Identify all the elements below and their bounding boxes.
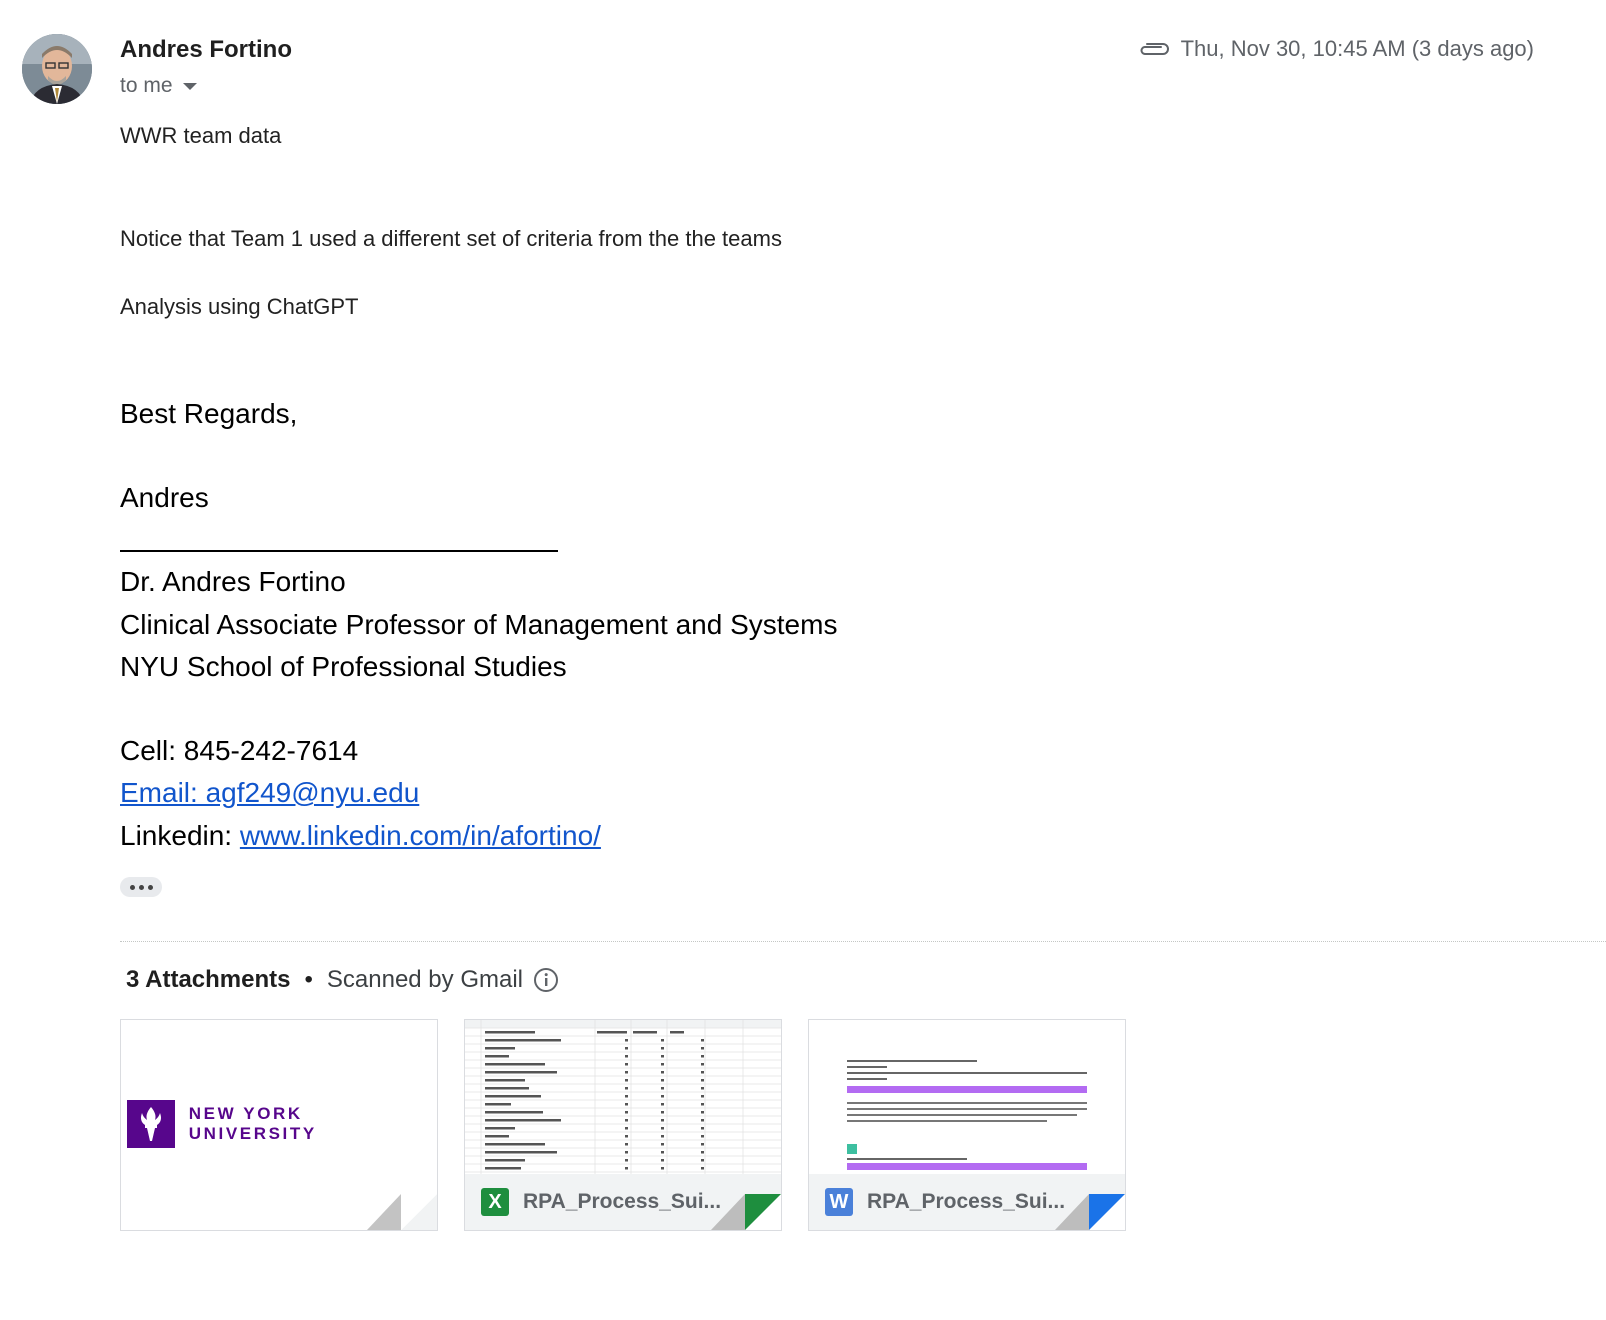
signature-full-name: Dr. Andres Fortino	[120, 566, 346, 597]
document-preview	[847, 1060, 1087, 1170]
signature-divider	[120, 550, 558, 552]
attachments-divider	[120, 941, 1606, 942]
attachment-thumbnail	[809, 1020, 1125, 1174]
signature-school: NYU School of Professional Studies	[120, 651, 567, 682]
email-link[interactable]: Email: agf249@nyu.edu	[120, 777, 419, 808]
body-line: WWR team data	[120, 123, 282, 148]
message-date: Thu, Nov 30, 10:45 AM (3 days ago)	[1180, 36, 1534, 61]
scanned-label: Scanned by Gmail	[326, 966, 523, 993]
attachment-filename: RPA_Process_Sui...	[867, 1190, 1066, 1213]
sender-avatar[interactable]	[22, 34, 92, 104]
body-line: Notice that Team 1 used a different set …	[120, 226, 782, 251]
separator-dot: •	[304, 966, 313, 993]
page-fold-icon	[711, 1194, 781, 1230]
sheets-file-icon: X	[481, 1188, 509, 1216]
linkedin-label: Linkedin:	[120, 820, 240, 851]
show-trimmed-content-button[interactable]	[120, 877, 162, 897]
attachment-card-document[interactable]: W RPA_Process_Sui...	[808, 1019, 1126, 1231]
word-file-icon: W	[825, 1188, 853, 1216]
avatar-photo	[22, 34, 92, 104]
torch-icon	[127, 1100, 175, 1148]
attachment-filename: RPA_Process_Sui...	[523, 1190, 722, 1213]
recipient-details-toggle[interactable]: to me	[120, 74, 197, 98]
signature-title: Clinical Associate Professor of Manageme…	[120, 609, 838, 640]
spreadsheet-preview	[465, 1020, 781, 1174]
caret-down-icon[interactable]	[182, 82, 197, 90]
signature-linkedin-line: Linkedin: www.linkedin.com/in/afortino/	[120, 820, 601, 852]
attachment-thumbnail	[465, 1020, 781, 1174]
attachments-header: 3 Attachments • Scanned by Gmail	[126, 966, 559, 994]
sender-name[interactable]: Andres Fortino	[120, 36, 292, 64]
attachment-card-image[interactable]: NEW YORK UNIVERSITY	[120, 1019, 438, 1231]
nyu-logo: NEW YORK UNIVERSITY	[127, 1100, 437, 1148]
paperclip-icon	[1140, 43, 1169, 55]
linkedin-link[interactable]: www.linkedin.com/in/afortino/	[240, 820, 601, 851]
signature-first-name: Andres	[120, 482, 209, 513]
page-fold-icon	[367, 1194, 437, 1230]
signature-cell: Cell: 845-242-7614	[120, 735, 359, 766]
attachment-card-spreadsheet[interactable]: X RPA_Process_Sui...	[464, 1019, 782, 1231]
attachments-count: 3 Attachments	[126, 966, 291, 993]
message-date-area: Thu, Nov 30, 10:45 AM (3 days ago)	[1137, 36, 1534, 62]
signature-email-line: Email: agf249@nyu.edu	[120, 777, 419, 809]
recipient-label: to me	[120, 74, 173, 97]
page-fold-icon	[1055, 1194, 1125, 1230]
nyu-wordmark: NEW YORK UNIVERSITY	[188, 1104, 317, 1143]
body-line: Analysis using ChatGPT	[120, 294, 359, 319]
signature-closing: Best Regards,	[120, 398, 298, 429]
info-icon[interactable]	[533, 967, 559, 993]
